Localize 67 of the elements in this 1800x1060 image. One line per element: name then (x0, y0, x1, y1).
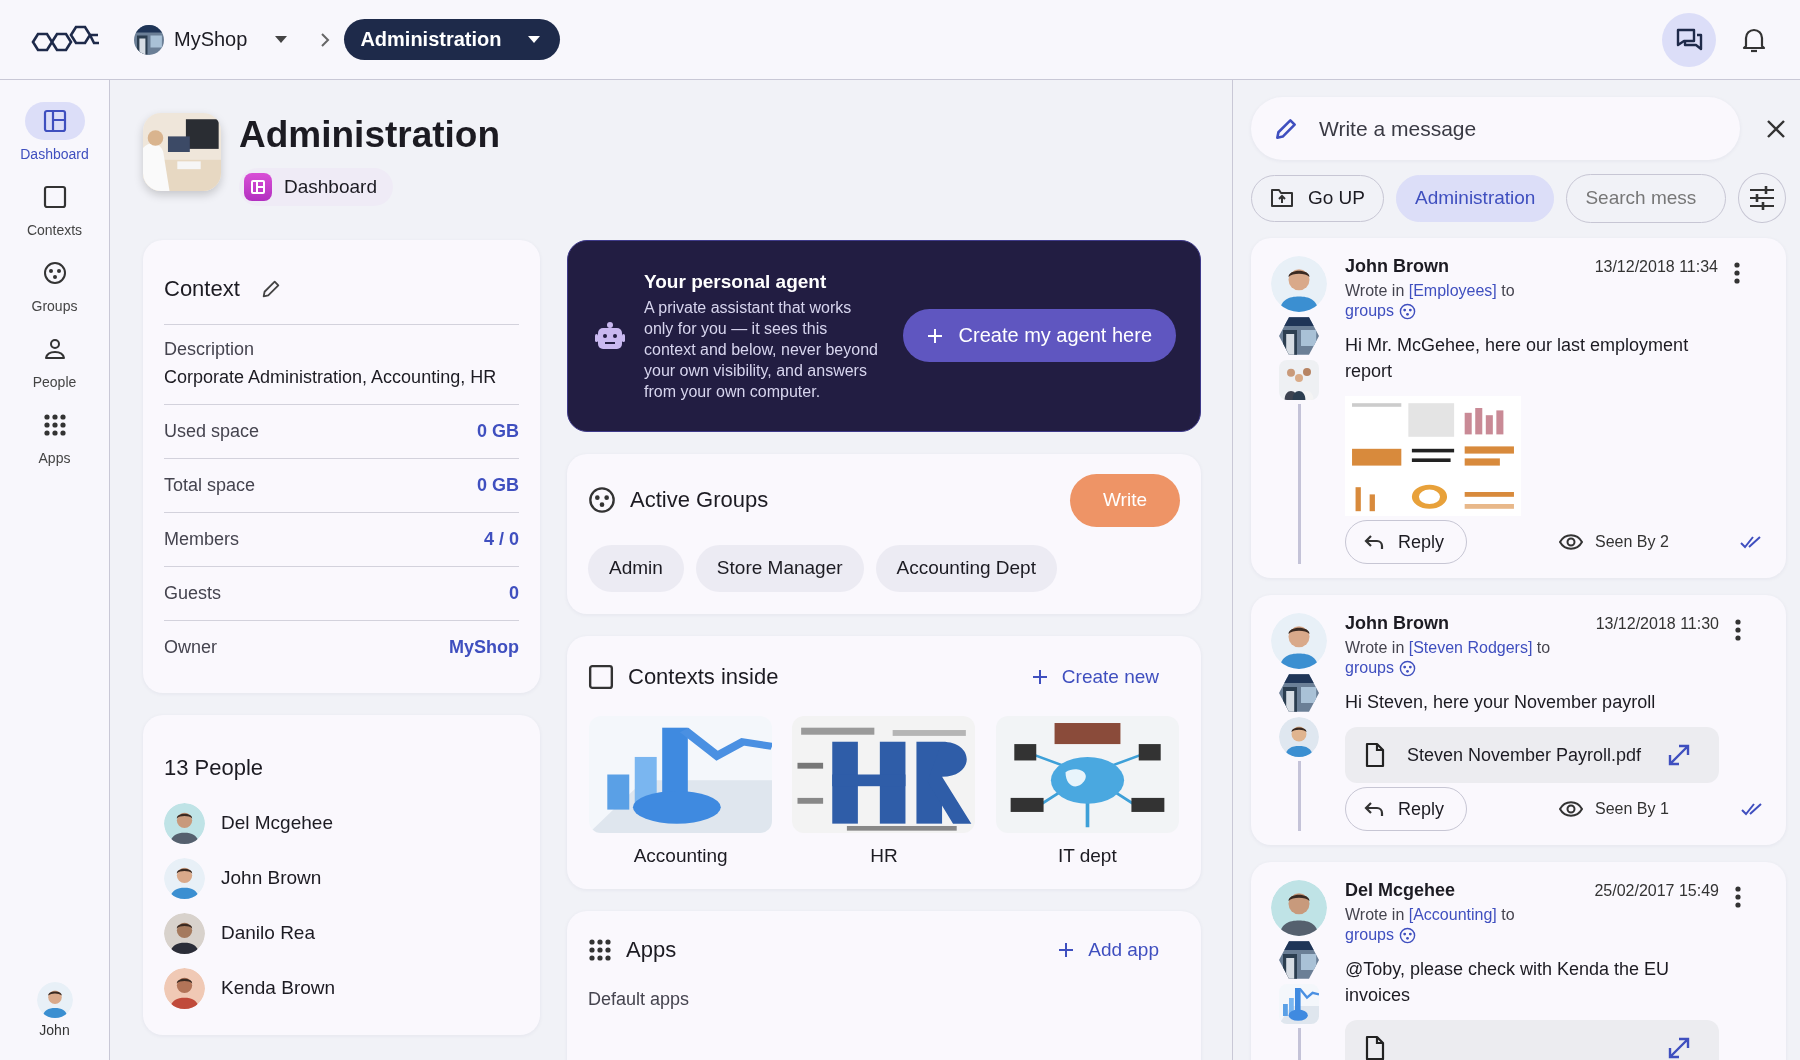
group-chip[interactable]: Admin (588, 544, 684, 592)
message-text: Hi Steven, here your November payroll (1345, 691, 1657, 714)
recipients-link[interactable]: groups (1345, 659, 1394, 677)
nav-item[interactable]: Groups (24, 254, 85, 314)
author-name: John Brown (1345, 256, 1449, 277)
field-label: Used space (164, 420, 260, 442)
context-name[interactable]: IT dept (1057, 844, 1117, 867)
field-label: Members (164, 528, 239, 550)
field-value: 0 (509, 582, 519, 604)
section-label: Default apps (588, 988, 691, 1010)
field-value: Corporate Administration, Accounting, HR (164, 365, 498, 389)
create-new-link[interactable]: Create new (1031, 665, 1159, 688)
channel-link[interactable]: [Accounting] (1408, 906, 1497, 923)
org-selector[interactable]: MyShop (134, 18, 296, 61)
person-name[interactable]: Del Mcgehee (221, 812, 333, 835)
person-name[interactable]: John Brown (221, 867, 322, 890)
author-name: Del Mcgehee (1345, 880, 1456, 901)
context-name[interactable]: HR (870, 844, 898, 867)
group-chip[interactable]: Accounting Dept (875, 544, 1057, 592)
field-value: MyShop (449, 637, 519, 659)
message-field[interactable]: Write a message (1251, 97, 1740, 160)
channel-link[interactable]: [Employees] (1408, 282, 1497, 299)
person-name[interactable]: Danilo Rea (221, 922, 315, 945)
field-value: 4 / 0 (483, 528, 519, 550)
field-label: Guests (164, 582, 222, 604)
message-origin: Wrote in [Accounting] to (1345, 905, 1516, 925)
nav-item[interactable]: Contexts (24, 178, 85, 238)
person-name[interactable]: Kenda Brown (221, 977, 336, 1000)
message-text: @Toby, please check with Kenda the EU invoices (1345, 958, 1671, 1007)
page-title: Administration (239, 115, 501, 156)
card-title: Contexts inside (628, 663, 779, 690)
field-label: Total space (164, 474, 256, 496)
channel-link[interactable]: [Steven Rodgers] (1408, 639, 1533, 656)
file-attachment[interactable]: Steven November Payroll.pdf (1345, 727, 1719, 783)
search-field[interactable]: Search mess (1566, 173, 1727, 223)
field-value: 0 GB (477, 474, 519, 496)
card-title: Context (164, 275, 240, 302)
user-menu[interactable]: John (36, 982, 73, 1038)
agent-title: Your personal agent (644, 271, 828, 294)
card-title: 13 People (164, 754, 265, 781)
context-selector[interactable]: Administration (344, 19, 560, 60)
scope-chip[interactable]: Administration (1396, 174, 1555, 222)
message-text: Hi Mr. McGehee, here our last employment report (1345, 334, 1690, 383)
message-origin: Wrote in [Steven Rodgers] to (1345, 638, 1552, 658)
field-label: Description (164, 338, 256, 360)
add-app-link[interactable]: Add app (1058, 938, 1159, 961)
card-title: Active Groups (630, 487, 769, 514)
view-chip[interactable]: Dashboard (239, 167, 393, 206)
context-name[interactable]: Accounting (633, 844, 728, 867)
nav-item[interactable]: Apps (24, 406, 85, 466)
recipients-link[interactable]: groups (1345, 926, 1394, 944)
nav-item[interactable]: People (24, 330, 85, 390)
message-origin: Wrote in [Employees] to (1345, 281, 1516, 301)
seen-count: Seen By 1 (1595, 800, 1669, 818)
agent-description: A private assistant that works only for you — it sees this context and below, never beyond your own visibility, and answers from your own computer. (644, 298, 879, 403)
field-label: Owner (164, 637, 217, 659)
recipients-link[interactable]: groups (1345, 302, 1394, 320)
message-time: 13/12/2018 11:34 (1594, 258, 1718, 276)
group-chip[interactable]: Store Manager (695, 544, 864, 592)
field-value: 0 GB (477, 420, 519, 442)
card-title: Apps (626, 936, 677, 963)
create-agent-button[interactable]: Create my agent here (902, 309, 1176, 363)
seen-count: Seen By 2 (1595, 533, 1669, 551)
message-time: 25/02/2017 15:49 (1594, 882, 1719, 900)
message-time: 13/12/2018 11:30 (1595, 615, 1719, 633)
author-name: John Brown (1345, 613, 1449, 634)
file-name: Steven November Payroll.pdf (1407, 744, 1643, 766)
